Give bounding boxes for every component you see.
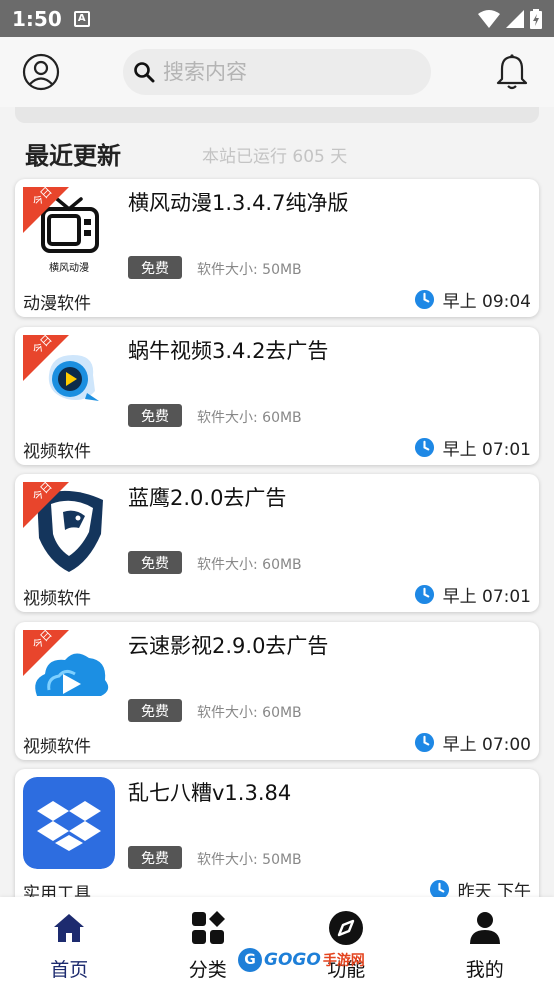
size-text: 软件大小: 60MB — [197, 557, 302, 573]
search-bar[interactable] — [123, 49, 431, 95]
wifi-icon — [478, 9, 500, 28]
notification-a-icon: A — [73, 10, 90, 27]
update-time: 早上 09:04 — [414, 287, 531, 312]
time-text: 早上 09:04 — [442, 292, 531, 312]
app-card[interactable]: 今日 云速影视2.9.0去广告 免费 软件大小: 60MB 视频软件 早上 07… — [15, 622, 539, 760]
app-card[interactable]: 今日 蜗牛视频3.4.2去广告 免费 软件大小: 60MB 视频软件 早上 07… — [15, 327, 539, 465]
size-text: 软件大小: 60MB — [197, 410, 302, 426]
person-icon — [466, 909, 504, 947]
top-bar — [0, 37, 554, 107]
free-badge: 免费 — [128, 846, 182, 869]
watermark-sub: 手游网 — [322, 953, 365, 969]
time-text: 早上 07:00 — [442, 735, 531, 755]
category-label: 视频软件 — [23, 737, 91, 757]
bell-icon[interactable] — [494, 53, 530, 91]
search-icon — [134, 62, 155, 83]
update-time: 早上 07:01 — [414, 582, 531, 607]
dropbox-icon — [23, 777, 115, 869]
size-text: 软件大小: 60MB — [197, 705, 302, 721]
size-text: 软件大小: 50MB — [197, 262, 302, 278]
status-bar: 1:50 A — [0, 0, 554, 37]
category-label: 动漫软件 — [23, 294, 91, 314]
time-text: 早上 07:01 — [442, 587, 531, 607]
app-title: 蓝鹰2.0.0去广告 — [128, 486, 287, 510]
app-card[interactable]: 横风动漫 今日 横风动漫1.3.4.7纯净版 免费 软件大小: 50MB 动漫软… — [15, 179, 539, 317]
today-tag: 今日 — [23, 630, 69, 676]
status-indicators — [478, 8, 542, 29]
clock-icon — [414, 584, 434, 605]
category-label: 视频软件 — [23, 589, 91, 609]
search-input[interactable] — [163, 60, 403, 84]
clock-icon — [414, 437, 434, 458]
section-title: 最近更新 — [25, 142, 121, 170]
nav-me[interactable]: 我的 — [416, 897, 554, 984]
clock-icon — [414, 289, 434, 310]
grid-icon — [189, 909, 227, 947]
clock-icon — [414, 732, 434, 753]
home-icon — [50, 909, 88, 947]
app-title: 横风动漫1.3.4.7纯净版 — [128, 191, 349, 215]
battery-icon — [530, 8, 542, 29]
today-tag: 今日 — [23, 482, 69, 528]
compass-icon — [327, 909, 365, 947]
app-icon — [23, 777, 115, 869]
watermark-logo-icon: G — [238, 948, 262, 972]
icon-caption: 横风动漫 — [49, 261, 89, 274]
nav-home-label: 首页 — [50, 959, 89, 981]
profile-icon[interactable] — [22, 53, 60, 91]
size-text: 软件大小: 50MB — [197, 852, 302, 868]
status-time: 1:50 — [12, 6, 62, 31]
app-title: 乱七八糟v1.3.84 — [128, 781, 292, 805]
free-badge: 免费 — [128, 256, 182, 279]
free-badge: 免费 — [128, 699, 182, 722]
watermark-text: GOGO — [264, 950, 321, 970]
nav-home[interactable]: 首页 — [0, 897, 139, 984]
app-card[interactable]: 乱七八糟v1.3.84 免费 软件大小: 50MB 实用工具 昨天 下午 — [15, 769, 539, 907]
run-days-text: 本站已运行 605 天 — [202, 147, 348, 167]
time-text: 早上 07:01 — [442, 440, 531, 460]
today-tag: 今日 — [23, 187, 69, 233]
update-time: 早上 07:00 — [414, 730, 531, 755]
app-card[interactable]: 今日 蓝鹰2.0.0去广告 免费 软件大小: 60MB 视频软件 早上 07:0… — [15, 474, 539, 612]
signal-icon — [506, 9, 524, 28]
nav-category-label: 分类 — [188, 959, 227, 981]
app-title: 云速影视2.9.0去广告 — [128, 634, 329, 658]
today-tag: 今日 — [23, 335, 69, 381]
app-title: 蜗牛视频3.4.2去广告 — [128, 339, 329, 363]
update-time: 早上 07:01 — [414, 435, 531, 460]
free-badge: 免费 — [128, 404, 182, 427]
category-label: 视频软件 — [23, 442, 91, 462]
banner-strip — [15, 107, 539, 123]
free-badge: 免费 — [128, 551, 182, 574]
nav-me-label: 我的 — [465, 959, 504, 981]
watermark: G GOGO 手游网 — [238, 946, 365, 974]
